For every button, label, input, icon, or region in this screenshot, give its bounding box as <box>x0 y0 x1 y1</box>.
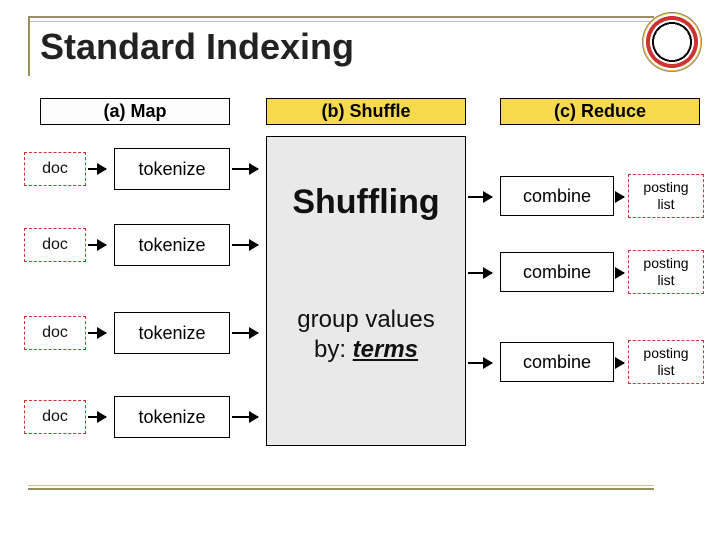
shuffle-heading: Shuffling <box>267 183 465 222</box>
posting-list-box: postinglist <box>628 340 704 384</box>
arrow-icon <box>468 196 492 198</box>
doc-box: doc <box>24 316 86 350</box>
tokenize-box: tokenize <box>114 396 230 438</box>
arrow-icon <box>616 362 624 364</box>
tokenize-box: tokenize <box>114 312 230 354</box>
shuffle-panel: Shuffling group values by: terms <box>266 136 466 446</box>
university-seal-icon <box>642 12 702 72</box>
tokenize-box: tokenize <box>114 224 230 266</box>
bottom-rule <box>28 488 654 490</box>
slide-frame: Standard Indexing (a) Map (b) Shuffle (c… <box>6 6 714 534</box>
doc-box: doc <box>24 400 86 434</box>
arrow-icon <box>88 244 106 246</box>
combine-box: combine <box>500 176 614 216</box>
arrow-icon <box>232 332 258 334</box>
doc-box: doc <box>24 228 86 262</box>
slide-title: Standard Indexing <box>40 26 354 68</box>
shuffle-line2-prefix: by: <box>314 336 353 363</box>
arrow-icon <box>232 168 258 170</box>
title-vertical-rule <box>28 16 30 76</box>
phase-label-reduce: (c) Reduce <box>500 98 700 125</box>
phase-label-map: (a) Map <box>40 98 230 125</box>
arrow-icon <box>468 362 492 364</box>
combine-box: combine <box>500 252 614 292</box>
arrow-icon <box>88 332 106 334</box>
arrow-icon <box>468 272 492 274</box>
arrow-icon <box>232 416 258 418</box>
top-rule <box>28 16 654 18</box>
shuffle-subtext: group values by: terms <box>273 305 459 365</box>
arrow-icon <box>616 272 624 274</box>
tokenize-box: tokenize <box>114 148 230 190</box>
posting-list-box: postinglist <box>628 174 704 218</box>
combine-box: combine <box>500 342 614 382</box>
posting-list-box: postinglist <box>628 250 704 294</box>
phase-label-shuffle: (b) Shuffle <box>266 98 466 125</box>
shuffle-keyword: terms <box>353 336 418 363</box>
doc-box: doc <box>24 152 86 186</box>
arrow-icon <box>616 196 624 198</box>
arrow-icon <box>88 168 106 170</box>
arrow-icon <box>232 244 258 246</box>
shuffle-line1: group values <box>297 306 434 333</box>
arrow-icon <box>88 416 106 418</box>
